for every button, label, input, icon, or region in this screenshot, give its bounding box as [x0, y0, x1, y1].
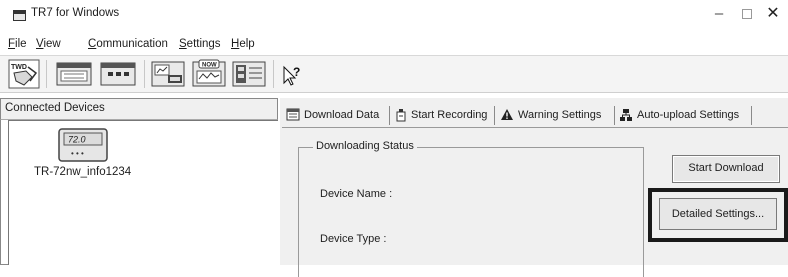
recording-tool-button[interactable] [150, 59, 186, 89]
connected-devices-title: Connected Devices [5, 102, 105, 114]
download-data-icon: TWD [8, 59, 40, 89]
tab-download-data-label: Download Data [304, 108, 380, 121]
device-list[interactable] [8, 120, 278, 265]
toolbar-separator [46, 60, 47, 88]
menu-file-label: ile [15, 38, 27, 50]
download-tab-icon [286, 108, 300, 121]
recording-icon [151, 61, 185, 87]
device-item[interactable]: 72.0 • • • [57, 127, 109, 163]
menu-settings-accel: S [179, 38, 187, 50]
tab-strip-border [282, 127, 788, 128]
download-data-tool-button[interactable]: TWD [8, 59, 40, 89]
downloading-status-title: Downloading Status [313, 140, 417, 152]
now-reading-icon: NOW [192, 59, 226, 87]
help-cursor-tool-button[interactable]: ? [281, 59, 305, 89]
tab-separator [494, 106, 495, 125]
device-list-icon [56, 62, 92, 86]
tab-warning-settings-label: Warning Settings [518, 108, 602, 121]
tab-download-data[interactable]: Download Data [286, 103, 379, 126]
twd-badge: TWD [11, 64, 27, 71]
menu-file[interactable]: File [8, 38, 27, 50]
now-reading-tool-button[interactable]: NOW [191, 59, 227, 89]
display-tool-button[interactable] [99, 59, 137, 89]
menu-communication[interactable]: Communication [88, 38, 168, 50]
data-logger-icon: 72.0 • • • [58, 128, 108, 162]
auto-upload-tab-icon [620, 108, 632, 121]
tab-separator [389, 106, 390, 125]
help-cursor-icon: ? [283, 65, 300, 86]
tab-start-recording-label: Start Recording [411, 108, 488, 121]
menu-view[interactable]: View [36, 38, 61, 50]
menu-view-label: iew [43, 38, 61, 50]
menu-help[interactable]: Help [231, 38, 255, 50]
recording-tab-icon [396, 108, 406, 121]
device-name-field-label: Device Name : [320, 188, 393, 200]
close-button[interactable]: ✕ [750, 3, 788, 27]
menu-file-accel: F [8, 38, 16, 50]
now-badge: NOW [202, 63, 217, 69]
downloading-status-group [298, 147, 644, 277]
toolbar-separator [144, 60, 145, 88]
detail-view-icon [232, 61, 266, 87]
app-icon [13, 10, 26, 21]
menu-settings-label: ettings [186, 38, 221, 50]
menu-communication-label: ommunication [96, 38, 168, 50]
tab-start-recording[interactable]: Start Recording [395, 103, 487, 126]
tab-auto-upload-settings-label: Auto-upload Settings [637, 108, 740, 121]
detailed-settings-button[interactable]: Detailed Settings... [659, 198, 777, 230]
device-dots: • • • [71, 149, 84, 158]
device-type-field-label: Device Type : [320, 233, 387, 245]
svg-text:?: ? [293, 65, 300, 79]
tab-auto-upload-settings[interactable]: Auto-upload Settings [619, 103, 739, 126]
window-title: TR7 for Windows [31, 7, 120, 19]
display-icon [100, 62, 136, 86]
device-name-label[interactable]: TR-72nw_info1234 [34, 166, 131, 178]
toolbar-separator [273, 60, 274, 88]
tab-warning-settings[interactable]: Warning Settings [500, 103, 601, 126]
detail-view-tool-button[interactable] [231, 59, 267, 89]
tab-separator [751, 106, 752, 125]
menu-settings[interactable]: Settings [179, 38, 221, 50]
tab-separator [614, 106, 615, 125]
device-screen-value: 72.0 [68, 135, 86, 145]
warning-tab-icon [501, 109, 513, 120]
device-list-tool-button[interactable] [55, 59, 93, 89]
start-download-button[interactable]: Start Download [672, 155, 780, 183]
menu-help-label: elp [239, 38, 255, 50]
